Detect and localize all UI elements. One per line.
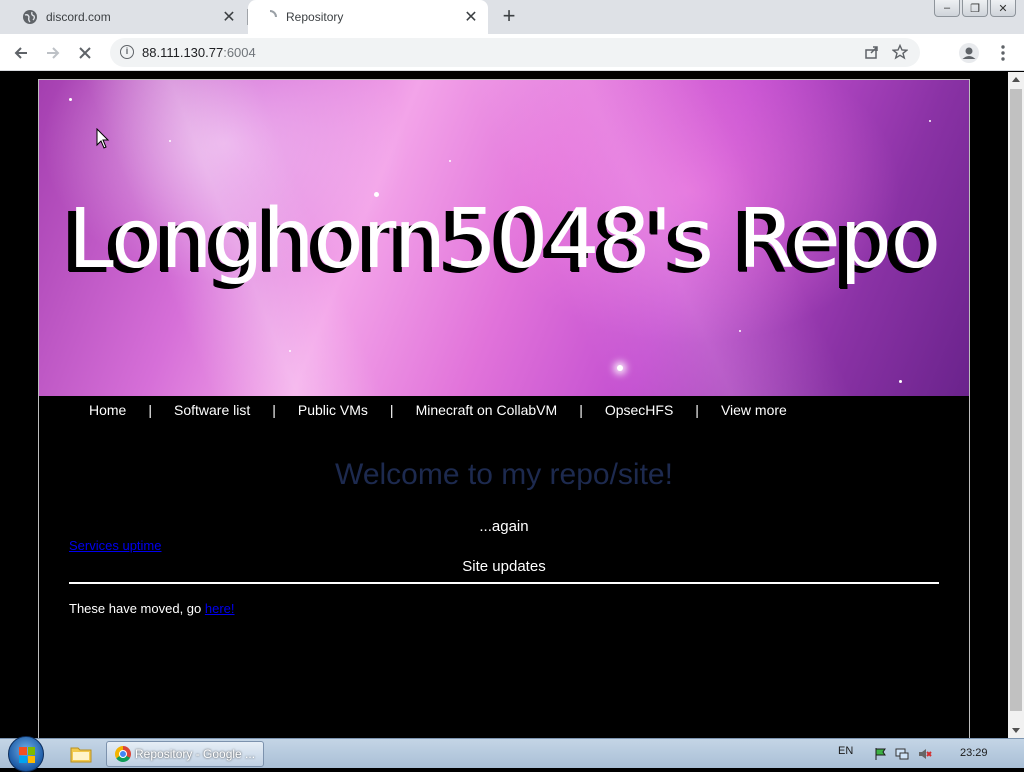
kebab-menu-icon: [1001, 45, 1005, 61]
site-title: Longhorn5048's Repo: [68, 192, 941, 287]
nav-software-list[interactable]: Software list: [174, 402, 250, 418]
folder-icon: [70, 747, 92, 763]
star-dot: [289, 350, 291, 352]
star-dot: [899, 380, 902, 383]
loading-spinner-icon: [262, 9, 278, 25]
chrome-icon: [115, 746, 131, 762]
nav-opsechfs[interactable]: OpsecHFS: [605, 402, 673, 418]
profile-button[interactable]: [956, 40, 982, 66]
divider: [69, 582, 939, 584]
scroll-up-arrow-icon[interactable]: [1012, 77, 1020, 82]
tab-title: discord.com: [46, 10, 111, 24]
site-nav: Home | Software list | Public VMs | Mine…: [39, 396, 969, 424]
network-icon[interactable]: [895, 747, 909, 761]
url-port: :6004: [223, 45, 256, 60]
site-container: Longhorn5048's Repo Home | Software list…: [38, 79, 970, 738]
language-indicator[interactable]: EN: [838, 745, 853, 757]
windows-taskbar: Repository - Google ... EN 23:29: [0, 736, 1024, 772]
nav-separator: |: [148, 402, 152, 418]
share-icon[interactable]: [864, 44, 880, 65]
close-tab-icon[interactable]: ✕: [218, 6, 240, 28]
taskbar-chrome-window[interactable]: Repository - Google ...: [106, 741, 264, 767]
nav-separator: |: [389, 402, 394, 418]
info-icon[interactable]: i: [120, 45, 134, 59]
restore-button[interactable]: ❐: [962, 0, 988, 17]
menu-button[interactable]: [990, 40, 1016, 66]
close-icon: [79, 47, 91, 59]
bookmark-star-icon[interactable]: [891, 43, 909, 65]
browser-toolbar: i 88.111.130.77:6004: [0, 34, 1024, 71]
tab-strip: discord.com ✕ Repository ✕ + ‒ ❐ ✕: [0, 0, 1024, 34]
nav-view-more[interactable]: View more: [721, 402, 787, 418]
arrow-left-icon: [14, 47, 27, 59]
arrow-right-icon: [47, 47, 60, 59]
mouse-cursor-icon: [96, 128, 110, 149]
url-text: 88.111.130.77:6004: [142, 45, 256, 60]
moved-text: These have moved, go: [69, 601, 205, 616]
nav-minecraft-collabvm[interactable]: Minecraft on CollabVM: [416, 402, 558, 418]
star-dot: [739, 330, 741, 332]
star-dot: [929, 120, 931, 122]
scrollbar-thumb[interactable]: [1010, 89, 1022, 711]
tab-discord[interactable]: discord.com ✕: [8, 0, 246, 34]
forward-button[interactable]: [40, 40, 66, 66]
star-dot: [69, 98, 72, 101]
star-dot: [449, 160, 451, 162]
site-updates-heading: Site updates: [462, 558, 546, 575]
clock[interactable]: 23:29: [960, 747, 988, 759]
windows-logo-icon: [19, 747, 35, 763]
url-host: 88.111.130.77: [142, 45, 224, 60]
action-center-flag-icon[interactable]: [874, 747, 888, 761]
star-dot: [169, 140, 171, 142]
page-viewport: Longhorn5048's Repo Home | Software list…: [0, 72, 1008, 738]
nav-public-vms[interactable]: Public VMs: [298, 402, 368, 418]
nav-separator: |: [272, 402, 276, 418]
restore-icon: ❐: [970, 2, 980, 15]
tab-repository[interactable]: Repository ✕: [248, 0, 488, 34]
back-button[interactable]: [8, 40, 34, 66]
globe-icon: [22, 9, 38, 25]
welcome-heading: Welcome to my repo/site!: [335, 458, 673, 491]
close-tab-icon[interactable]: ✕: [460, 6, 482, 28]
file-explorer-button[interactable]: [64, 742, 98, 766]
profile-avatar-icon: [959, 43, 979, 63]
start-button[interactable]: [8, 736, 44, 772]
volume-muted-icon[interactable]: [918, 747, 932, 761]
header-banner: Longhorn5048's Repo: [39, 80, 969, 396]
stop-loading-button[interactable]: [72, 40, 98, 66]
nav-home[interactable]: Home: [89, 402, 126, 418]
nav-separator: |: [579, 402, 583, 418]
close-icon: ✕: [998, 2, 1008, 15]
page-scrollbar[interactable]: [1008, 72, 1024, 738]
here-link[interactable]: here!: [205, 601, 235, 616]
close-window-button[interactable]: ✕: [990, 0, 1016, 17]
taskbar-task-label: Repository - Google ...: [135, 747, 256, 761]
address-bar[interactable]: i 88.111.130.77:6004: [110, 38, 920, 67]
window-controls: ‒ ❐ ✕: [934, 0, 1016, 18]
star-dot: [617, 365, 623, 371]
new-tab-button[interactable]: +: [497, 5, 521, 29]
minimize-icon: ‒: [943, 2, 951, 14]
services-uptime-link[interactable]: Services uptime: [69, 538, 161, 553]
scroll-down-arrow-icon[interactable]: [1012, 728, 1020, 733]
tab-title: Repository: [286, 10, 344, 24]
minimize-button[interactable]: ‒: [934, 0, 960, 17]
moved-notice: These have moved, go here!: [69, 601, 235, 616]
nav-separator: |: [695, 402, 699, 418]
again-text: ...again: [479, 518, 529, 535]
